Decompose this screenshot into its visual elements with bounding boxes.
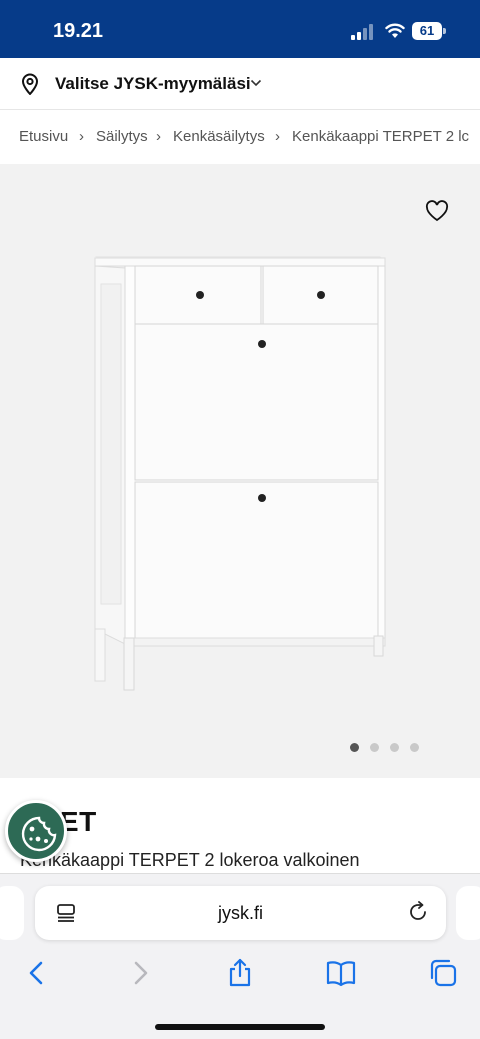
bookmarks-icon[interactable] bbox=[326, 958, 356, 988]
heart-icon[interactable] bbox=[425, 200, 449, 222]
battery-icon: 61 bbox=[412, 22, 446, 40]
next-tab-peek[interactable] bbox=[456, 886, 480, 940]
cellular-signal-icon bbox=[351, 24, 373, 40]
breadcrumb: Etusivu › Säilytys › Kenkäsäilytys › Ken… bbox=[0, 110, 480, 164]
breadcrumb-link-sailytys[interactable]: Säilytys bbox=[96, 128, 148, 145]
previous-tab-peek[interactable] bbox=[0, 886, 24, 940]
breadcrumb-separator: › bbox=[79, 128, 84, 145]
product-image bbox=[94, 256, 386, 691]
url-text[interactable]: jysk.fi bbox=[35, 903, 446, 924]
gallery-dot[interactable] bbox=[410, 743, 419, 752]
breadcrumb-separator: › bbox=[275, 128, 280, 145]
breadcrumb-current: Kenkäkaappi TERPET 2 lc bbox=[292, 128, 470, 145]
gallery-dot[interactable] bbox=[390, 743, 399, 752]
tabs-icon[interactable] bbox=[428, 958, 458, 988]
back-icon[interactable] bbox=[22, 958, 52, 988]
status-time: 19.21 bbox=[53, 20, 104, 42]
reload-icon[interactable] bbox=[407, 901, 429, 923]
breadcrumb-link-etusivu[interactable]: Etusivu bbox=[19, 128, 68, 145]
browser-toolbar: jysk.fi bbox=[0, 873, 480, 1039]
home-indicator bbox=[155, 1024, 325, 1030]
product-gallery[interactable] bbox=[0, 164, 480, 778]
breadcrumb-link-kenkasailytys[interactable]: Kenkäsäilytys bbox=[173, 128, 265, 145]
chevron-down-icon bbox=[250, 79, 262, 87]
gallery-dot[interactable] bbox=[370, 743, 379, 752]
store-selector-label: Valitse JYSK-myymäläsi bbox=[55, 74, 251, 93]
cookie-icon bbox=[21, 816, 57, 852]
wifi-icon bbox=[385, 23, 405, 38]
battery-level: 61 bbox=[412, 22, 442, 40]
cookie-settings-button[interactable] bbox=[5, 800, 67, 862]
address-bar[interactable]: jysk.fi bbox=[35, 886, 446, 940]
gallery-pagination[interactable] bbox=[350, 739, 430, 757]
map-pin-icon bbox=[21, 73, 39, 95]
share-icon[interactable] bbox=[225, 958, 255, 988]
gallery-dot[interactable] bbox=[350, 743, 359, 752]
breadcrumb-separator: › bbox=[156, 128, 161, 145]
status-bar: 19.21 61 bbox=[0, 0, 480, 58]
product-description: Kenkäkaappi TERPET 2 lokeroa valkoinen bbox=[20, 850, 360, 870]
forward-icon[interactable] bbox=[125, 958, 155, 988]
store-selector[interactable]: Valitse JYSK-myymäläsi bbox=[0, 58, 480, 110]
